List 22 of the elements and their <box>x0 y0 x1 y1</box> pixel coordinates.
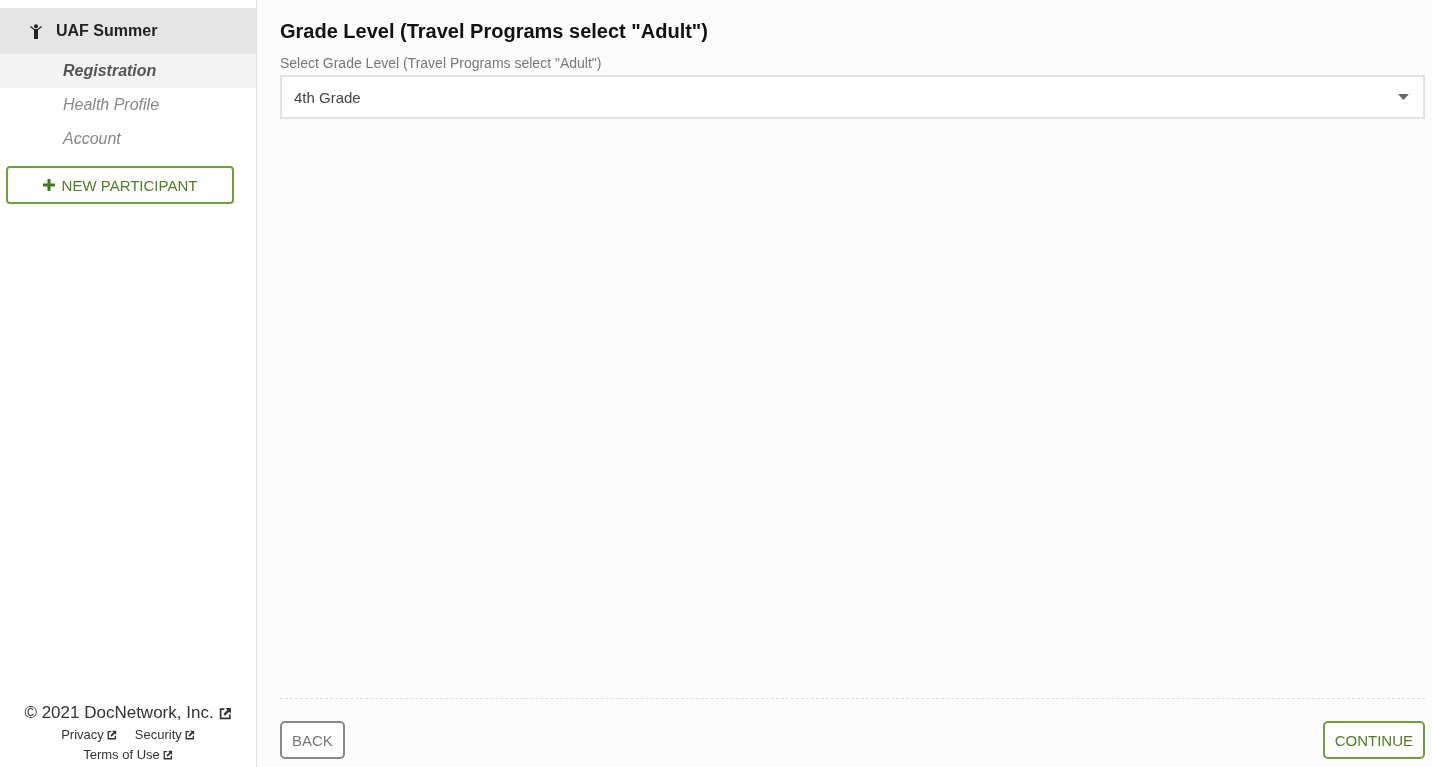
field-label: Select Grade Level (Travel Programs select "Adult") <box>280 55 603 71</box>
program-header[interactable]: UAF Summer <box>0 8 256 54</box>
footer-link[interactable]: Privacy <box>61 725 117 745</box>
external-link-icon <box>218 706 232 720</box>
footer-link[interactable]: Terms of Use <box>83 745 173 765</box>
external-link-icon <box>162 750 173 760</box>
back-button[interactable]: BACK <box>280 721 345 759</box>
footer-link[interactable]: Security <box>134 725 195 745</box>
page-heading: Grade Level (Travel Programs select "Adult") <box>280 20 709 43</box>
child-figure-icon <box>30 23 42 39</box>
sidebar-item[interactable]: Registration <box>0 54 256 88</box>
external-link-icon <box>106 730 117 740</box>
grade-select[interactable]: 4th Grade <box>280 75 1425 119</box>
program-name: UAF Summer <box>56 22 158 40</box>
sidebar-item[interactable]: Account <box>0 122 256 156</box>
external-link-icon <box>184 730 195 740</box>
new-participant-button[interactable]: NEW PARTICIPANT <box>6 166 234 204</box>
plus-icon <box>42 179 55 191</box>
dropdown-caret-icon <box>1398 94 1409 100</box>
continue-button[interactable]: CONTINUE <box>1322 721 1425 759</box>
copyright-link[interactable]: © 2021 DocNetwork, Inc. <box>24 703 232 723</box>
sidebar-item[interactable]: Health Profile <box>0 88 256 122</box>
